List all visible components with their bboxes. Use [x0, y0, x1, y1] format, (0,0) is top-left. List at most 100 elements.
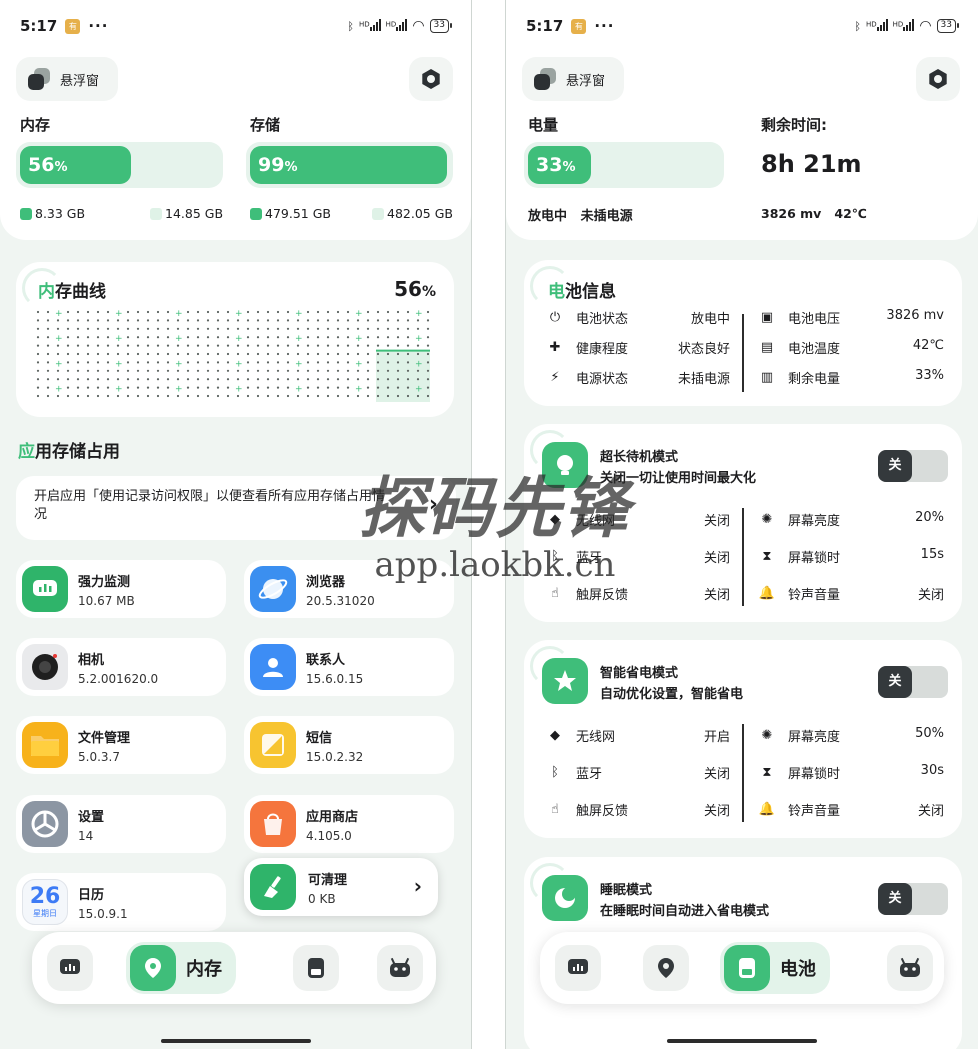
- app-item[interactable]: 短信 15.0.2.32: [244, 716, 454, 774]
- grid-dot: [336, 378, 340, 381]
- grid-dot: [326, 394, 330, 398]
- app-item[interactable]: 26 星期日 日历 15.0.9.1: [16, 873, 226, 931]
- grid-dot: [126, 352, 130, 356]
- mode-setting-row-icon: ᛒ: [551, 549, 559, 564]
- battery-card-icon: [293, 945, 339, 991]
- nav-battery[interactable]: 电池: [720, 942, 830, 994]
- power-mode-title: 超长待机模式: [600, 450, 679, 465]
- home-indicator[interactable]: [667, 1039, 817, 1043]
- power-mode-toggle[interactable]: 关: [878, 450, 948, 482]
- power-mode-toggle[interactable]: 关: [878, 883, 948, 915]
- grid-plus: +: [175, 385, 183, 395]
- remaining-time-label: 剩余时间:: [761, 116, 827, 134]
- nav-memory[interactable]: 内存: [126, 942, 236, 994]
- app-item[interactable]: 联系人 15.6.0.15: [244, 638, 454, 696]
- grid-dot: [376, 378, 380, 381]
- mode-setting-row: ✺ 屏幕亮度: [758, 510, 840, 529]
- nav-monitor[interactable]: [40, 942, 100, 994]
- nav-memory[interactable]: [636, 942, 696, 994]
- grid-plus: +: [55, 310, 63, 319]
- mode-setting-row: ☝ 触屏反馈: [546, 800, 628, 819]
- mode-setting-label: 无线网: [576, 514, 616, 529]
- grid-dot: [306, 394, 310, 398]
- storage-used-legend: 479.51 GB: [250, 206, 331, 221]
- settings-button[interactable]: [916, 57, 960, 101]
- grid-dot: [336, 386, 340, 389]
- grid-dot: [46, 394, 50, 398]
- grid-dot: [386, 378, 390, 381]
- grid-dot: [216, 352, 220, 356]
- app-item[interactable]: 设置 14: [16, 795, 226, 853]
- floating-window-button[interactable]: 悬浮窗: [522, 57, 624, 101]
- settings-button[interactable]: [409, 57, 453, 101]
- status-bar: 5:17 有品 ··· ᛒ HD HD ◠ 33: [526, 14, 960, 46]
- grid-plus: +: [295, 310, 303, 319]
- grid-dot: [266, 310, 270, 314]
- grid-dot: [126, 336, 130, 339]
- nav-android[interactable]: [370, 942, 430, 994]
- app-size: 14: [78, 828, 94, 843]
- grid-dot: [96, 319, 100, 322]
- folder-icon: [22, 722, 68, 768]
- power-mode-card[interactable]: 超长待机模式 关闭一切让使用时间最大化关 ◆ 无线网 关闭 ᛒ 蓝牙 关闭 ☝ 触屏反馈 关闭 ✺ 屏幕…: [524, 424, 962, 622]
- toggle-knob: 关: [878, 450, 912, 482]
- grid-dot: [226, 386, 230, 389]
- mode-setting-row: ◆ 无线网: [546, 510, 615, 529]
- mode-setting-row: ◆ 无线网: [546, 726, 615, 745]
- app-name: 文件管理: [78, 730, 131, 746]
- grid-dot: [86, 394, 90, 398]
- mode-setting-value: 20%: [915, 510, 944, 525]
- grid-dot: [146, 352, 150, 356]
- grid-dot: [346, 394, 350, 398]
- grid-dot: [66, 394, 70, 398]
- cleanable-popup[interactable]: 可清理 0 KB ›: [244, 858, 438, 916]
- power-mode-toggle[interactable]: 关: [878, 666, 948, 698]
- grid-dot: [66, 310, 70, 314]
- nav-monitor[interactable]: [548, 942, 608, 994]
- grid-dot: [276, 352, 280, 356]
- app-item[interactable]: 相机 5.2.001620.0: [16, 638, 226, 696]
- grid-dot: [106, 310, 110, 314]
- floating-window-button[interactable]: 悬浮窗: [16, 57, 118, 101]
- grid-dot: [266, 319, 270, 322]
- grid-dot: [336, 394, 340, 398]
- memory-curve-title: 内存曲线: [38, 282, 106, 302]
- mode-setting-label: 屏幕锁时: [788, 551, 841, 566]
- grid-dot: [206, 344, 210, 347]
- nav-battery[interactable]: [286, 942, 346, 994]
- grid-dot: [406, 344, 410, 347]
- app-item[interactable]: 应用商店 4.105.0: [244, 795, 454, 853]
- more-dots: ···: [88, 17, 109, 35]
- battery-info-label: 健康程度: [576, 342, 629, 357]
- home-indicator[interactable]: [160, 1039, 311, 1043]
- grid-dot: [36, 369, 40, 372]
- grid-dot: [176, 369, 180, 372]
- grid-dot: [426, 394, 430, 398]
- grid-plus: +: [295, 385, 303, 395]
- mode-setting-label: 屏幕锁时: [788, 767, 841, 782]
- grid-dot: [196, 352, 200, 356]
- app-item[interactable]: 强力监测 10.67 MB: [16, 560, 226, 618]
- grid-dot: [276, 361, 280, 364]
- grid-dot: [76, 319, 80, 322]
- grid-dot: [196, 378, 200, 381]
- browser-icon: [250, 566, 296, 612]
- storage-label: 存储: [250, 116, 281, 134]
- grid-dot: [346, 378, 350, 381]
- grid-dot: [376, 327, 380, 330]
- app-item[interactable]: 浏览器 20.5.31020: [244, 560, 454, 618]
- grid-dot: [136, 378, 140, 381]
- monitor-icon: [555, 945, 601, 991]
- grid-dot: [256, 369, 260, 372]
- usage-permission-card[interactable]: 开启应用「使用记录访问权限」以便查看所有应用存储占用情况 ›: [16, 476, 456, 540]
- grid-dot: [266, 394, 270, 398]
- grid-dot: [126, 361, 130, 364]
- grid-dot: [386, 394, 390, 398]
- mode-setting-value: 30s: [920, 763, 944, 778]
- grid-dot: [176, 378, 180, 381]
- power-mode-card[interactable]: 智能省电模式 自动优化设置，智能省电关 ◆ 无线网 开启 ᛒ 蓝牙 关闭 ☝ 触屏反馈 关闭 ✺ 屏幕亮…: [524, 640, 962, 838]
- grid-dot: [246, 336, 250, 339]
- grid-dot: [186, 394, 190, 398]
- app-item[interactable]: 文件管理 5.0.3.7: [16, 716, 226, 774]
- nav-android[interactable]: [880, 942, 940, 994]
